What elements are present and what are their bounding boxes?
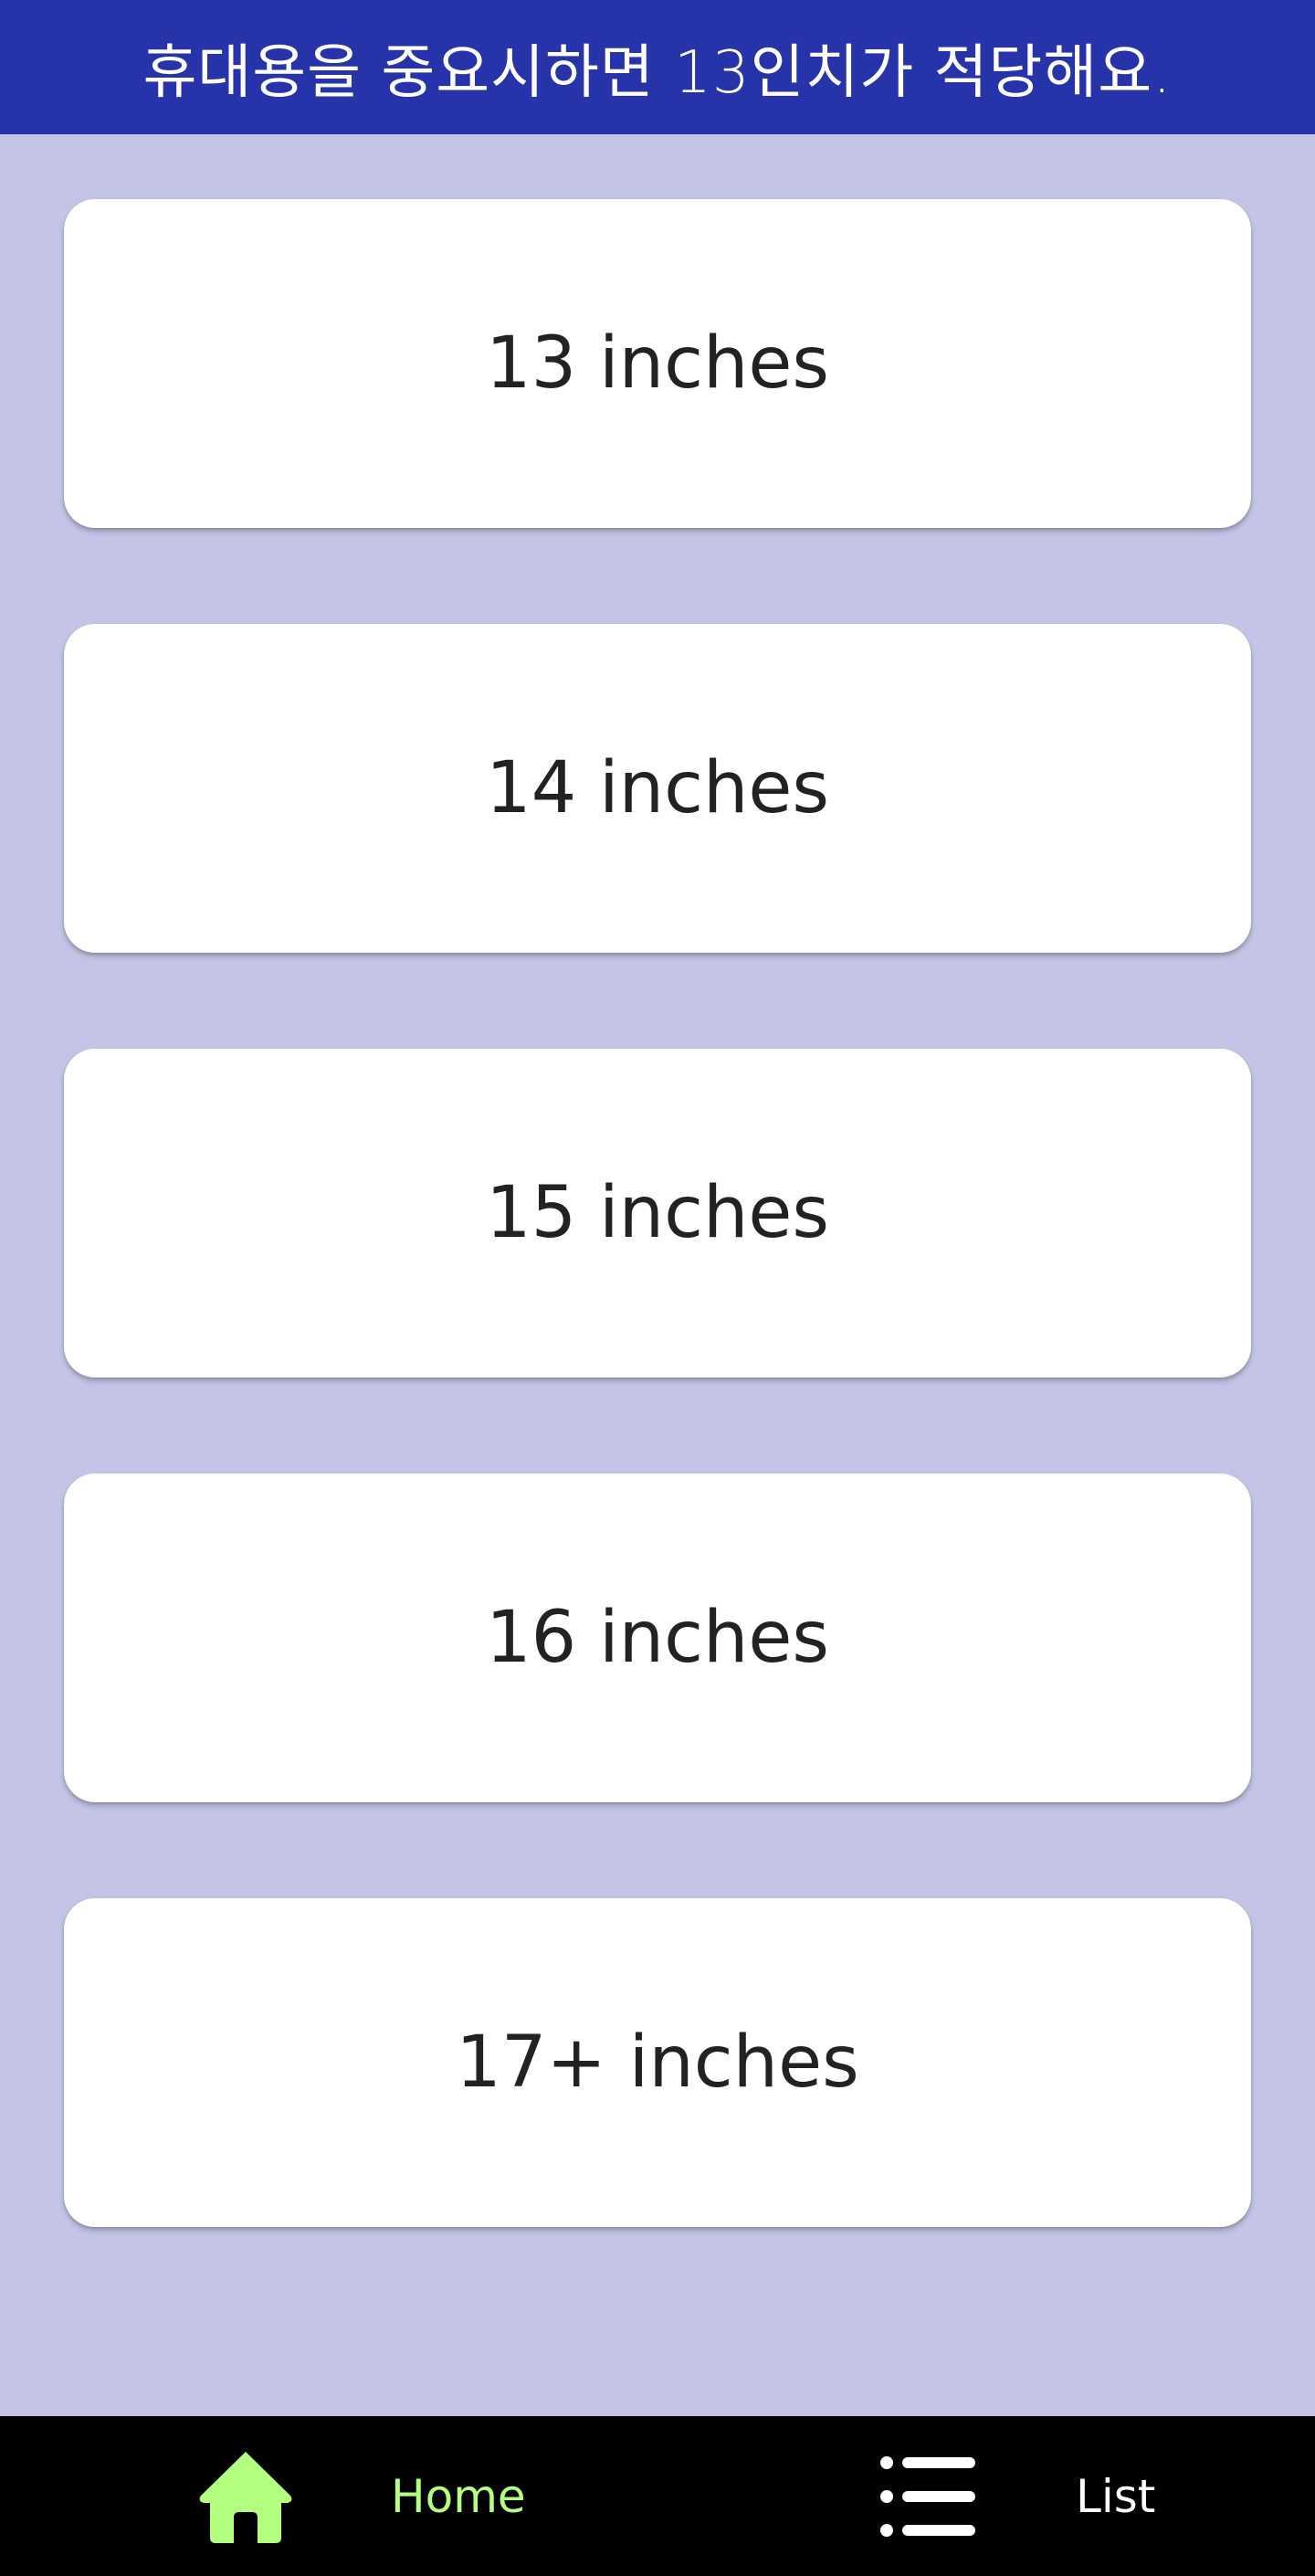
screen-size-options: 13 inches 14 inches 15 inches 16 inches … xyxy=(64,199,1251,2323)
option-label: 15 inches xyxy=(485,1172,830,1254)
option-15-inches[interactable]: 15 inches xyxy=(64,1049,1251,1378)
header-bar: 휴대용을 중요시하면 13인치가 적당해요. xyxy=(0,0,1315,134)
option-label: 14 inches xyxy=(485,747,830,829)
nav-home-button[interactable]: Home xyxy=(195,2416,526,2576)
option-label: 16 inches xyxy=(485,1597,830,1679)
header-title: 휴대용을 중요시하면 13인치가 적당해요. xyxy=(142,38,1173,107)
option-16-inches[interactable]: 16 inches xyxy=(64,1473,1251,1802)
option-17-plus-inches[interactable]: 17+ inches xyxy=(64,1898,1251,2227)
bottom-navigation: Home List xyxy=(0,2416,1315,2576)
app-screen: 휴대용을 중요시하면 13인치가 적당해요. 13 inches 14 inch… xyxy=(0,0,1315,2576)
home-icon xyxy=(195,2446,296,2547)
option-13-inches[interactable]: 13 inches xyxy=(64,199,1251,528)
nav-list-label: List xyxy=(1076,2469,1156,2523)
nav-list-button[interactable]: List xyxy=(878,2416,1155,2576)
option-label: 17+ inches xyxy=(456,2022,859,2104)
option-label: 13 inches xyxy=(485,322,830,405)
nav-home-label: Home xyxy=(391,2469,526,2523)
option-14-inches[interactable]: 14 inches xyxy=(64,624,1251,953)
list-icon xyxy=(878,2446,979,2547)
